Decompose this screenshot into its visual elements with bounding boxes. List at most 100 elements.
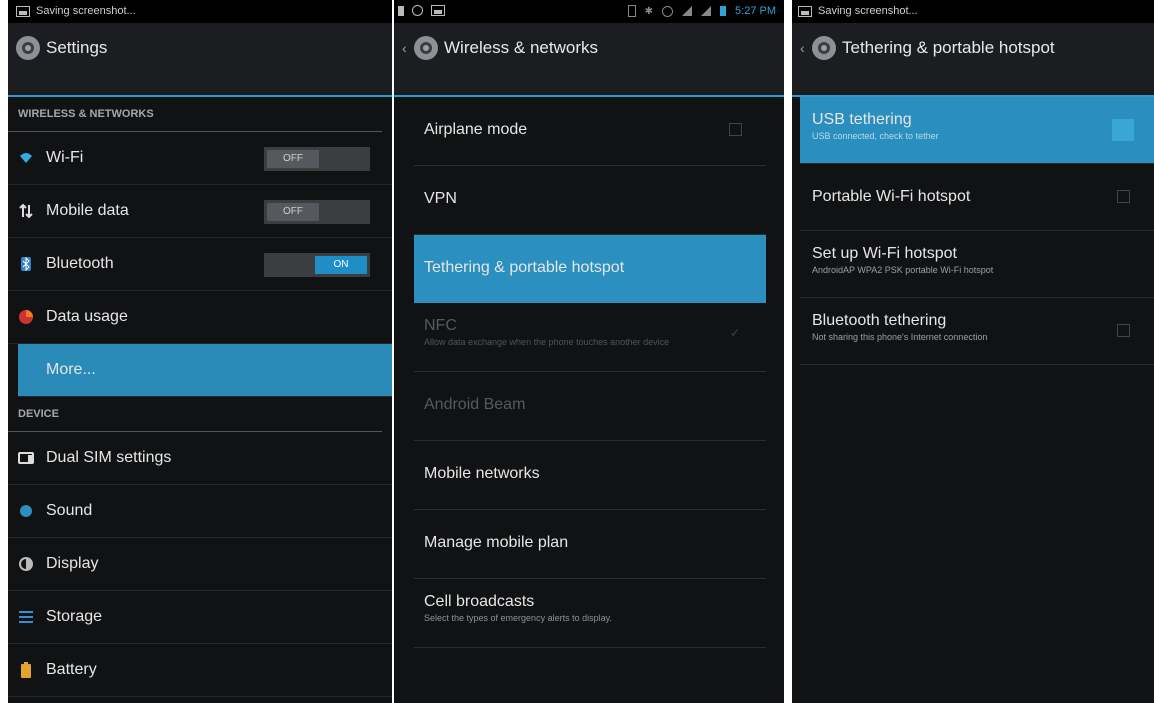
action-bar: ‹ Wireless & networks [394,23,784,97]
settings-item-sound[interactable]: Sound [8,485,392,538]
settings-item-label: Display [46,555,99,572]
settings-gear-icon[interactable] [414,36,438,60]
list-item-subtitle: Allow data exchange when the phone touch… [424,337,670,347]
settings-item-wifi[interactable]: Wi-Fi OFF [8,132,392,185]
list-item-manage-mobile-plan[interactable]: Manage mobile plan [414,510,766,579]
settings-gear-icon[interactable] [16,36,40,60]
mobile-data-toggle[interactable]: OFF [264,200,370,224]
settings-item-more[interactable]: More... [18,344,392,397]
page-title: Wireless & networks [444,38,598,57]
battery-icon [18,662,34,678]
list-item-title: Bluetooth tethering [812,312,947,329]
list-item-usb-tethering[interactable]: USB tethering USB connected, check to te… [800,97,1154,164]
list-item-title: USB tethering [812,111,912,128]
list-item-title: Manage mobile plan [424,534,569,551]
settings-gear-icon[interactable] [812,36,836,60]
list-item-title: Mobile networks [424,465,540,482]
usb-tethering-checkbox[interactable] [1112,119,1134,141]
settings-item-dual-sim[interactable]: Dual SIM settings [8,432,392,485]
nfc-checkbox [729,326,742,342]
toggle-knob: OFF [267,150,319,168]
wireless-networks-panel: ✱ 5:27 PM ‹ Wireless & networks Airplane… [394,0,784,703]
alarm-icon [412,5,423,16]
list-item-subtitle: USB connected, check to tether [812,131,939,141]
settings-item-label: Sound [46,502,93,519]
bluetooth-icon [18,256,34,272]
screenshot-icon [16,5,30,17]
list-item-mobile-networks[interactable]: Mobile networks [414,441,766,510]
list-item-title: Portable Wi-Fi hotspot [812,188,971,205]
section-header-device: DEVICE [8,397,382,432]
settings-item-label: Dual SIM settings [46,449,172,466]
list-item-android-beam: Android Beam [414,372,766,441]
bluetooth-status-icon: ✱ [644,5,654,17]
list-item-title: Airplane mode [424,121,528,138]
status-bar: Saving screenshot... [792,0,1154,23]
dual-sim-icon [18,450,34,466]
list-item-setup-hotspot[interactable]: Set up Wi-Fi hotspot AndroidAP WPA2 PSK … [800,231,1154,298]
tethering-list: USB tethering USB connected, check to te… [792,97,1154,365]
settings-list: WIRELESS & NETWORKS Wi-Fi OFF Mobile dat… [8,97,392,697]
list-item-title: VPN [424,190,457,207]
storage-icon [18,609,34,625]
page-title: Settings [46,38,108,57]
settings-item-battery[interactable]: Battery [8,644,392,697]
settings-item-data-usage[interactable]: Data usage [8,291,392,344]
list-item-portable-hotspot[interactable]: Portable Wi-Fi hotspot [800,164,1154,231]
sim-icon [398,5,404,16]
wifi-toggle[interactable]: OFF [264,147,370,171]
list-item-vpn[interactable]: VPN [414,166,766,235]
bluetooth-tethering-checkbox[interactable] [1117,324,1130,337]
portable-hotspot-checkbox[interactable] [1117,190,1130,203]
signal-icon [682,6,693,16]
battery-status-icon [720,6,727,16]
display-icon [18,556,34,572]
settings-panel: Saving screenshot... Settings WIRELESS &… [8,0,392,703]
settings-item-storage[interactable]: Storage [8,591,392,644]
page-title: Tethering & portable hotspot [842,38,1055,57]
section-header-wireless: WIRELESS & NETWORKS [8,97,382,132]
settings-item-display[interactable]: Display [8,538,392,591]
vibrate-icon [627,5,636,17]
signal-2-icon [701,6,712,16]
wifi-icon [18,150,34,166]
screenshot-icon [431,5,445,16]
list-item-nfc: NFC Allow data exchange when the phone t… [414,303,766,372]
bluetooth-toggle[interactable]: ON [264,253,370,277]
back-caret-icon[interactable]: ‹ [402,40,408,56]
status-bar: ✱ 5:27 PM [394,0,784,23]
list-item-title: NFC [424,317,457,334]
settings-item-mobile-data[interactable]: Mobile data OFF [8,185,392,238]
airplane-mode-checkbox[interactable] [729,123,742,136]
list-item-title: Tethering & portable hotspot [424,259,625,276]
screenshot-icon [798,5,812,17]
list-item-subtitle: Select the types of emergency alerts to … [424,613,612,623]
settings-item-label: Battery [46,661,97,678]
list-item-title: Cell broadcasts [424,593,535,610]
list-item-subtitle: Not sharing this phone's Internet connec… [812,332,988,342]
back-caret-icon[interactable]: ‹ [800,40,806,56]
screenshot-canvas: Saving screenshot... Settings WIRELESS &… [0,0,1154,703]
list-item-title: Set up Wi-Fi hotspot [812,245,957,262]
status-bar: Saving screenshot... [8,0,392,23]
mobile-data-icon [18,203,34,219]
toggle-knob: OFF [267,203,319,221]
settings-item-label: More... [46,361,96,378]
list-item-subtitle: AndroidAP WPA2 PSK portable Wi-Fi hotspo… [812,265,994,275]
data-usage-icon [18,309,34,325]
sound-icon [18,503,34,519]
clock: 5:27 PM [735,5,776,17]
status-text: Saving screenshot... [818,5,918,17]
list-item-airplane-mode[interactable]: Airplane mode [414,97,766,166]
tethering-panel: Saving screenshot... ‹ Tethering & porta… [792,0,1154,703]
list-item-tethering[interactable]: Tethering & portable hotspot [414,235,766,303]
action-bar: ‹ Tethering & portable hotspot [792,23,1154,97]
list-item-bluetooth-tethering[interactable]: Bluetooth tethering Not sharing this pho… [800,298,1154,365]
list-item-cell-broadcasts[interactable]: Cell broadcasts Select the types of emer… [414,579,766,648]
list-item-title: Android Beam [424,396,526,413]
settings-item-bluetooth[interactable]: Bluetooth ON [8,238,392,291]
toggle-knob: ON [315,256,367,274]
settings-item-label: Storage [46,608,103,625]
alarm-status-icon [662,5,674,17]
status-text: Saving screenshot... [36,5,136,17]
